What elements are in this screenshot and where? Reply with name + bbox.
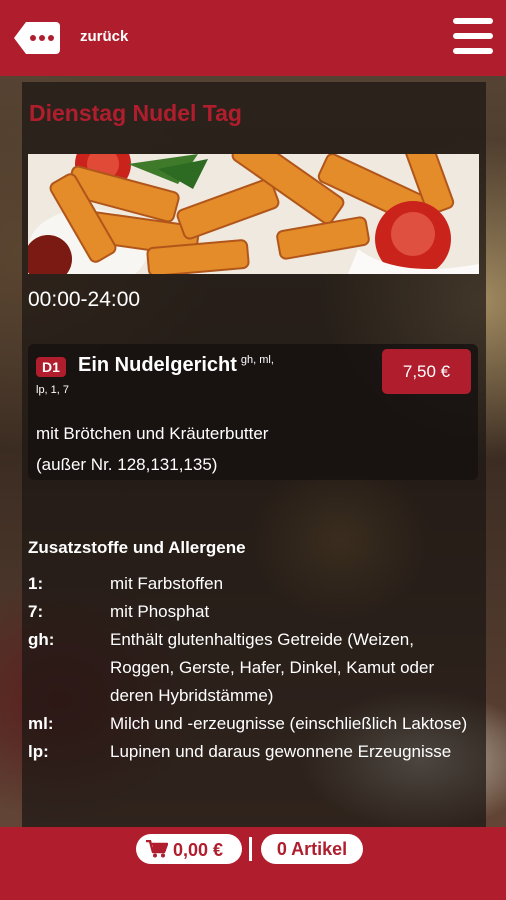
dish-allergens-continued: lp, 1, 7 [36, 384, 70, 396]
allergen-key: 7: [28, 602, 44, 621]
allergen-row: lp: Lupinen und daraus gewonnene Erzeugn… [28, 738, 478, 766]
allergen-row: ml: Milch und -erzeugnisse (einschließli… [28, 710, 478, 738]
dish-description: mit Brötchen und Kräuterbutter (außer Nr… [36, 418, 268, 480]
shopping-cart-icon [146, 840, 168, 858]
allergen-key: lp: [28, 742, 49, 761]
dish-name: Ein Nudelgericht [78, 354, 237, 376]
top-bar: zurück [0, 0, 506, 76]
cart-total-button[interactable]: 0,00 € [136, 834, 242, 864]
allergen-row: 7: mit Phosphat [28, 598, 478, 626]
allergen-value: mit Farbstoffen [110, 574, 224, 593]
allergen-value: Enthält glutenhaltiges Getreide (Weizen,… [110, 630, 435, 705]
allergen-value: Lupinen und daraus gewonnene Erzeugnisse [110, 742, 452, 761]
dish-allergens: gh, ml, [240, 354, 274, 367]
allergens-list: 1: mit Farbstoffen 7: mit Phosphat gh: E… [28, 570, 478, 766]
add-to-cart-price-button[interactable]: 7,50 € [382, 349, 471, 394]
page-title: Dienstag Nudel Tag [29, 100, 242, 126]
back-button[interactable] [14, 20, 60, 56]
allergen-value: mit Phosphat [110, 602, 210, 621]
allergen-key: 1: [28, 574, 44, 593]
allergen-key: gh: [28, 630, 55, 649]
allergen-value: Milch und -erzeugnisse (einschließlich L… [110, 714, 468, 733]
dish-number-badge: D1 [36, 357, 66, 377]
allergen-row: 1: mit Farbstoffen [28, 570, 478, 598]
dish-card[interactable]: D1 Ein Nudelgericht gh, ml, lp, 1, 7 7,50… [28, 344, 478, 480]
dish-name-row: Ein Nudelgericht gh, ml, [78, 354, 274, 377]
back-label[interactable]: zurück [80, 28, 128, 45]
allergen-key: ml: [28, 714, 54, 733]
allergens-heading: Zusatzstoffe und Allergene [28, 538, 246, 557]
allergen-row: gh: Enthält glutenhaltiges Getreide (Wei… [28, 626, 478, 710]
pasta-image [28, 154, 479, 274]
cart-total: 0,00 € [173, 840, 224, 860]
hamburger-menu-icon[interactable] [453, 18, 493, 54]
content-panel: Dienstag Nudel Tag 00:00-24:00 D1 Ein Nu… [22, 82, 486, 827]
cart-items-button[interactable]: 0 Artikel [261, 834, 363, 864]
bottom-bar: 0,00 € 0 Artikel [0, 827, 506, 900]
description-line: mit Brötchen und Kräuterbutter [36, 424, 269, 443]
opening-hours: 00:00-24:00 [28, 288, 141, 311]
divider [249, 837, 252, 861]
description-line: (außer Nr. 128,131,135) [36, 455, 218, 474]
back-icon [14, 22, 60, 54]
